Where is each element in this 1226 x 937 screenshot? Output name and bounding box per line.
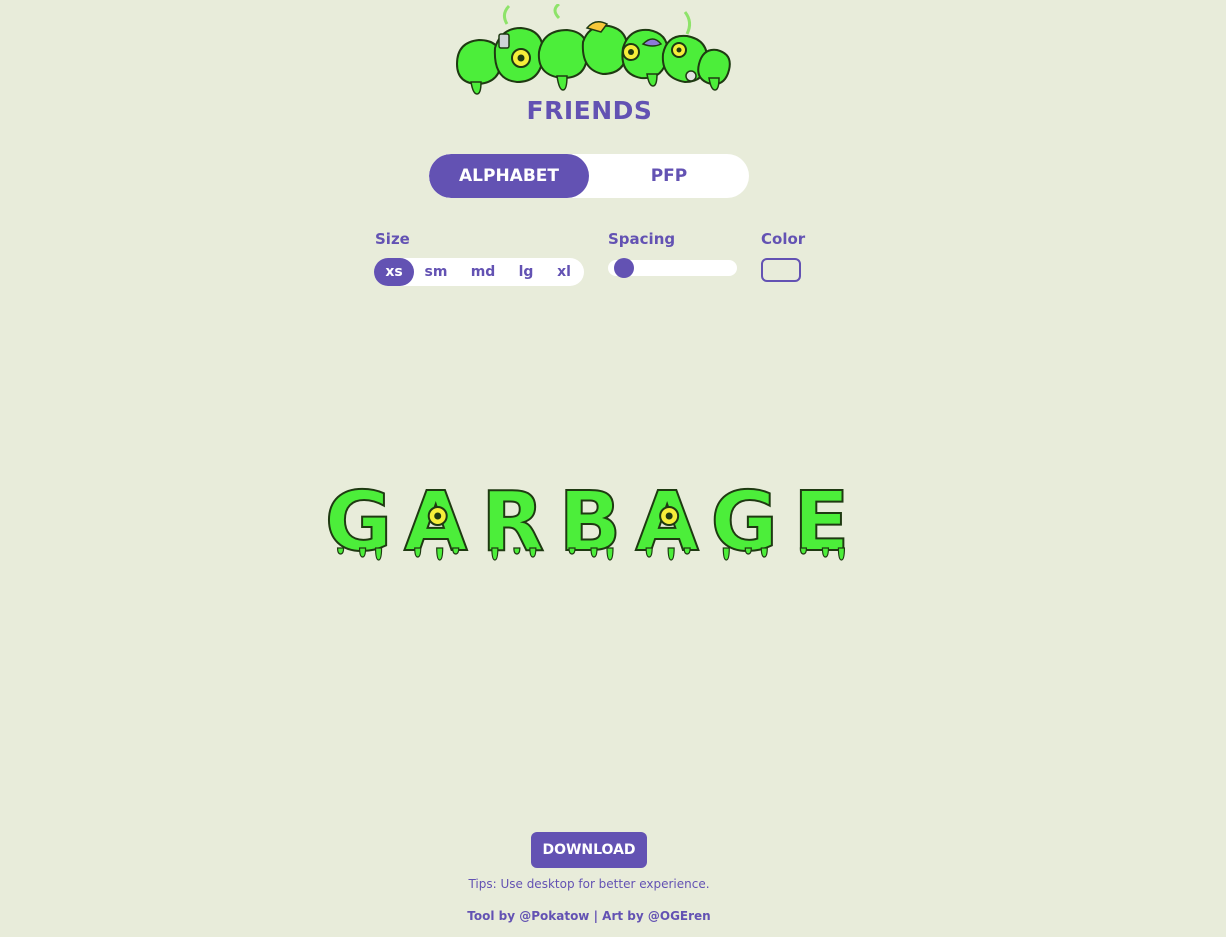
slime-drip	[590, 547, 598, 558]
slime-drip	[837, 547, 846, 561]
size-label: Size	[375, 230, 410, 248]
alphabet-preview: GARBAGE	[320, 466, 860, 571]
size-option-xs[interactable]: xs	[374, 258, 414, 286]
slime-drip	[358, 547, 367, 558]
preview-letter-a: A	[403, 474, 469, 571]
preview-letters: GARBAGE	[324, 474, 851, 571]
preview-letter-e: E	[792, 474, 850, 571]
slime-drip	[821, 547, 830, 558]
preview-letter-g: G	[710, 474, 779, 571]
slime-drip	[606, 547, 614, 561]
preview-letter-g: G	[324, 474, 393, 571]
spacing-label: Spacing	[608, 230, 676, 248]
tab-alphabet[interactable]: ALPHABET	[429, 154, 589, 198]
slime-drip	[414, 547, 422, 558]
slime-drip	[722, 547, 730, 561]
preview-letter-r: R	[480, 474, 545, 571]
logo-slime-art	[455, 4, 731, 95]
preview-letter-a: A	[634, 474, 700, 571]
size-option-xl[interactable]: xl	[544, 258, 584, 286]
slime-drip	[374, 547, 383, 561]
slime-drip	[529, 547, 537, 558]
mode-toggle: ALPHABET PFP	[429, 154, 749, 198]
slime-drip	[568, 547, 576, 555]
size-selector: xs sm md lg xl	[374, 258, 584, 286]
logo-subtitle: FRIENDS	[526, 96, 653, 125]
slime-drip	[799, 547, 808, 555]
slime-drip	[683, 547, 691, 555]
page: FRIENDS ALPHABET PFP Size xs sm md lg xl…	[0, 0, 1226, 937]
slime-drip	[760, 547, 768, 558]
slime-pupil	[665, 512, 673, 520]
download-button[interactable]: DOWNLOAD	[531, 832, 647, 868]
size-option-lg[interactable]: lg	[508, 258, 544, 286]
garbage-friends-logo: FRIENDS	[447, 4, 732, 129]
size-option-md[interactable]: md	[458, 258, 508, 286]
credits: Tool by @Pokatow | Art by @OGEren	[0, 909, 1178, 923]
credit-art[interactable]: Art by @OGEren	[602, 909, 711, 923]
slime-drip	[452, 547, 460, 555]
credit-tool[interactable]: Tool by @Pokatow	[467, 909, 589, 923]
credit-separator: |	[593, 909, 598, 923]
slime-drip	[667, 547, 675, 561]
spacing-slider[interactable]	[608, 258, 737, 278]
color-picker[interactable]	[761, 258, 801, 282]
slime-drip	[336, 547, 345, 555]
tab-pfp[interactable]: PFP	[589, 154, 749, 198]
slime-pupil	[434, 512, 442, 520]
spacing-slider-thumb[interactable]	[614, 258, 634, 278]
slime-drip	[491, 547, 499, 561]
slime-drip	[744, 547, 752, 555]
slime-drip	[645, 547, 653, 558]
size-option-sm[interactable]: sm	[414, 258, 458, 286]
slime-drip	[513, 547, 521, 555]
slime-drip	[436, 547, 444, 561]
preview-letter-b: B	[558, 474, 623, 571]
tips-text: Tips: Use desktop for better experience.	[468, 877, 710, 891]
color-label: Color	[761, 230, 806, 248]
